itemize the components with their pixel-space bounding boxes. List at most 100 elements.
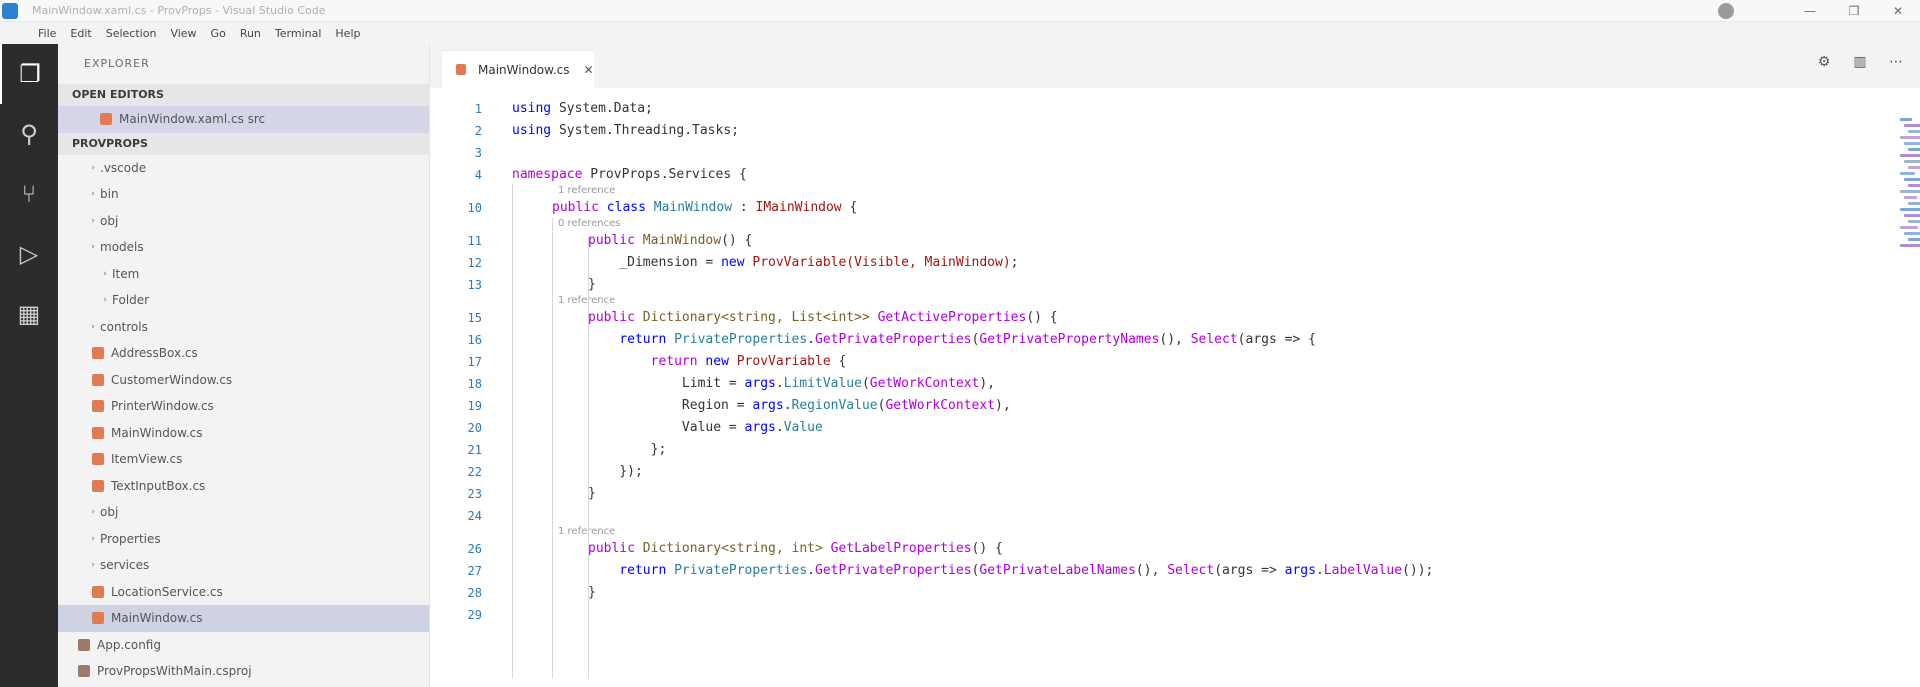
minimap-line <box>1904 214 1920 217</box>
code-lens[interactable]: 1 reference <box>558 525 615 538</box>
menu-selection[interactable]: Selection <box>106 27 157 40</box>
code-lens[interactable]: 0 references <box>558 217 621 230</box>
split-editor-icon[interactable]: ▥ <box>1850 54 1870 74</box>
code-text: }; <box>588 439 667 461</box>
tree-folder[interactable]: › obj <box>58 208 429 235</box>
run-debug-icon[interactable]: ▷ <box>0 224 58 284</box>
line-number: 3 <box>474 146 482 160</box>
tree-file[interactable]: AddressBox.cs <box>58 340 429 367</box>
tree-folder[interactable]: › Item <box>58 261 429 288</box>
minimap-line <box>1908 184 1920 187</box>
indent-guide <box>512 184 513 678</box>
tree-folder[interactable]: › models <box>58 234 429 261</box>
minimap-line <box>1900 226 1918 229</box>
tree-file[interactable]: ItemView.cs <box>58 446 429 473</box>
menu-help[interactable]: Help <box>335 27 360 40</box>
sidebar-title: EXPLORER <box>84 57 150 70</box>
editor-tab-label: MainWindow.cs <box>478 62 570 77</box>
minimap-line <box>1900 244 1920 247</box>
code-token: ProvProps.Services { <box>582 167 747 182</box>
line-number: 19 <box>467 399 482 413</box>
editor-area: MainWindow.cs ✕ ⚙ ▥ ⋯ 1 using System.Data… <box>430 44 1920 687</box>
code-token: GetWorkContext <box>869 376 980 391</box>
open-editors-header[interactable]: OPEN EDITORS <box>58 84 429 106</box>
line-number: 13 <box>467 278 482 292</box>
menu-file[interactable]: File <box>38 27 56 40</box>
chevron-right-icon: › <box>91 533 95 544</box>
menu-go[interactable]: Go <box>211 27 226 40</box>
maximize-button[interactable]: ❐ <box>1832 4 1876 18</box>
chevron-right-icon: › <box>91 560 95 571</box>
line-number: 4 <box>474 168 482 182</box>
code-token: using <box>512 101 552 116</box>
code-token: return <box>619 332 667 347</box>
tree-folder[interactable]: › Properties <box>58 526 429 553</box>
tree-folder[interactable]: › .vscode <box>58 155 429 182</box>
code-token: () { <box>1026 310 1058 325</box>
search-icon[interactable]: ⚲ <box>0 104 58 164</box>
code-token: Dictionary<string, List<int>> <box>642 310 870 325</box>
tree-file[interactable]: App.config <box>58 632 429 659</box>
editor-tab[interactable]: MainWindow.cs ✕ <box>442 50 594 88</box>
code-token: return <box>650 354 698 369</box>
tree-file[interactable]: LocationService.cs <box>58 579 429 606</box>
code-text: Limit = args.LimitValue(GetWorkContext), <box>588 373 995 395</box>
line-number: 17 <box>467 355 482 369</box>
tree-folder[interactable]: › services <box>58 552 429 579</box>
menu-edit[interactable]: Edit <box>70 27 91 40</box>
code-editor[interactable]: 1 using System.Data; 2 using System.Threadi… <box>430 88 1770 687</box>
tree-item-label: AddressBox.cs <box>111 346 198 361</box>
minimap-line <box>1900 172 1915 175</box>
title-bar: MainWindow.xaml.cs - ProvProps - Visual … <box>0 0 1920 22</box>
code-token: GetActiveProperties <box>877 310 1027 325</box>
code-token: _Dimension = <box>588 255 722 270</box>
file-tree: › .vscode › bin › obj › models › Item › Folder › cont… <box>58 155 429 685</box>
close-tab-icon[interactable]: ✕ <box>584 63 594 77</box>
tree-item-label: models <box>100 240 144 255</box>
minimap-line <box>1900 136 1920 139</box>
tree-file[interactable]: TextInputBox.cs <box>58 473 429 500</box>
minimap-line <box>1908 130 1920 133</box>
tree-folder[interactable]: › Folder <box>58 287 429 314</box>
menu-run[interactable]: Run <box>240 27 261 40</box>
more-actions-icon[interactable]: ⋯ <box>1886 54 1906 74</box>
account-icon[interactable] <box>1718 3 1734 19</box>
tree-folder[interactable]: › bin <box>58 181 429 208</box>
close-window-button[interactable]: ✕ <box>1876 4 1920 18</box>
code-token: PrivateProperties <box>674 563 808 578</box>
line-number: 29 <box>467 608 482 622</box>
source-control-icon[interactable]: ⑂ <box>0 164 58 224</box>
code-token: IMainWindow <box>755 200 842 215</box>
code-token: Value = <box>588 420 745 435</box>
open-changes-icon[interactable]: ⚙ <box>1814 54 1834 74</box>
tree-folder[interactable]: › controls <box>58 314 429 341</box>
open-editor-item[interactable]: MainWindow.xaml.cs src <box>58 106 429 133</box>
minimap[interactable] <box>1770 88 1920 687</box>
code-lens[interactable]: 1 reference <box>558 184 615 197</box>
extensions-icon[interactable]: ▦ <box>0 284 58 344</box>
line-number: 11 <box>467 234 482 248</box>
code-token: public <box>588 310 635 325</box>
tree-file[interactable]: PrinterWindow.cs <box>58 393 429 420</box>
menu-view[interactable]: View <box>170 27 196 40</box>
menu-terminal[interactable]: Terminal <box>275 27 322 40</box>
tree-file[interactable]: ProvPropsWithMain.csproj <box>58 658 429 685</box>
tree-folder[interactable]: › obj <box>58 499 429 526</box>
line-number: 28 <box>467 586 482 600</box>
code-text: } <box>588 483 596 505</box>
project-header[interactable]: PROVPROPS <box>58 132 429 155</box>
tree-file[interactable]: MainWindow.cs <box>58 420 429 447</box>
code-token: }); <box>588 464 643 479</box>
tree-file[interactable]: MainWindow.cs <box>58 605 429 632</box>
code-token: new <box>721 255 745 270</box>
code-lens[interactable]: 1 reference <box>558 294 615 307</box>
minimap-line <box>1900 208 1920 211</box>
code-token: RegionValue <box>791 398 878 413</box>
tree-file[interactable]: CustomerWindow.cs <box>58 367 429 394</box>
tree-item-label: .vscode <box>100 160 147 175</box>
explorer-icon[interactable]: ❐ <box>0 44 58 104</box>
minimize-button[interactable]: — <box>1788 4 1832 18</box>
